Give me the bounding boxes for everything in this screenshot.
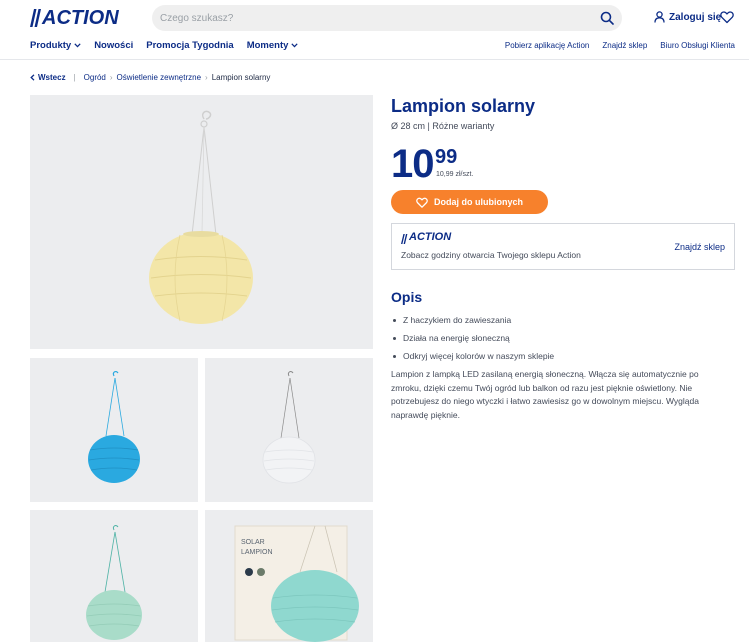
nav-item-promocja-tygodnia[interactable]: Promocja Tygodnia [146,40,233,51]
feature-list: Z haczykiem do zawieszania Działa na ene… [391,311,554,365]
search-icon[interactable] [600,11,614,25]
chevron-right-icon: › [205,73,208,82]
store-action-logo: ACTION [401,231,452,250]
main-nav: Produkty Nowości Promocja Tygodnia Momen… [0,36,749,60]
favorites-label: Dodaj do ulubionych [434,197,523,207]
feature-text: Działa na energię słoneczną [403,333,510,343]
add-to-favorites-button[interactable]: Dodaj do ulubionych [391,190,548,214]
mint-lantern-image [86,525,142,640]
nav-item-produkty[interactable]: Produkty [30,40,81,51]
store-logo-text: ACTION [409,231,452,243]
blue-lantern-image [88,370,140,483]
bullet-dot [393,354,396,358]
find-store-link[interactable]: Znajdź sklep [674,242,725,252]
price-integer: 10 [391,142,434,186]
bullet-dot [393,318,396,322]
packaging-image: SOLAR LAMPION [234,525,359,642]
packaging-label-1: SOLAR [241,539,265,546]
packaging-label-2: LAMPION [241,549,273,556]
feature-item: Działa na energię słoneczną [391,329,554,347]
feature-item: Z haczykiem do zawieszania [391,311,554,329]
feature-text: Z haczykiem do zawieszania [403,315,512,325]
site-header: ACTION Zaloguj się [0,0,749,36]
chevron-left-icon [30,74,35,81]
store-card: ACTION Zobacz godziny otwarcia Twojego s… [391,223,735,270]
product-image-main[interactable] [30,95,373,349]
product-thumbnail-white[interactable] [205,358,373,502]
heart-icon [416,197,428,208]
chevron-down-icon [74,43,81,48]
bullet-dot [393,336,396,340]
nav-label: Produkty [30,40,72,51]
breadcrumb: Wstecz | Ogród › Oświetlenie zewnętrzne … [30,73,270,82]
favorites-heart-icon[interactable] [720,10,734,24]
chevron-down-icon [291,43,299,48]
breadcrumb-divider: | [73,73,76,82]
nav-label: Momenty [246,40,289,51]
product-thumbnail-mint[interactable] [30,510,198,642]
nav-link-app[interactable]: Pobierz aplikację Action [505,41,590,50]
nav-item-nowosci[interactable]: Nowości [94,40,133,51]
user-icon [654,11,665,23]
product-subtitle: Ø 28 cm | Różne warianty [391,121,495,131]
logo-text: ACTION [42,7,119,29]
store-hours-text: Zobacz godziny otwarcia Twojego sklepu A… [401,250,581,260]
action-logo[interactable]: ACTION [30,7,124,29]
back-label: Wstecz [38,73,66,82]
search-bar [152,5,622,31]
lantern-body [149,232,253,324]
nav-label: Promocja Tygodnia [146,40,234,51]
login-button[interactable]: Zaloguj się [654,11,721,23]
white-lantern-image [262,371,316,484]
login-label: Zaloguj się [669,11,722,23]
nav-link-customer-service[interactable]: Biuro Obsługi Klienta [660,41,735,50]
breadcrumb-item-oswietlenie[interactable]: Oświetlenie zewnętrzne [117,73,201,82]
feature-item: Odkryj więcej kolorów w naszym sklepie [391,347,554,365]
breadcrumb-item-ogrod[interactable]: Ogród [84,73,106,82]
description-text: Lampion z lampką LED zasilaną energią sł… [391,369,699,420]
product-title: Lampion solarny [391,96,536,116]
price-cents: 99 [435,146,458,168]
search-input[interactable] [160,5,580,31]
product-thumbnail-packaging[interactable]: SOLAR LAMPION [205,510,373,642]
yellow-lantern-image [149,110,253,324]
feature-text: Odkryj więcej kolorów w naszym sklepie [403,351,555,361]
product-thumbnail-blue[interactable] [30,358,198,502]
breadcrumb-current: Lampion solarny [211,73,271,82]
nav-label: Nowości [94,40,134,51]
nav-item-momenty[interactable]: Momenty [247,40,299,51]
unit-price: 10,99 zł/szt. [436,171,474,178]
back-link[interactable]: Wstecz [30,73,66,82]
description-title: Opis [391,289,423,305]
chevron-right-icon: › [109,73,113,82]
nav-link-find-store[interactable]: Znajdź sklep [602,41,647,50]
